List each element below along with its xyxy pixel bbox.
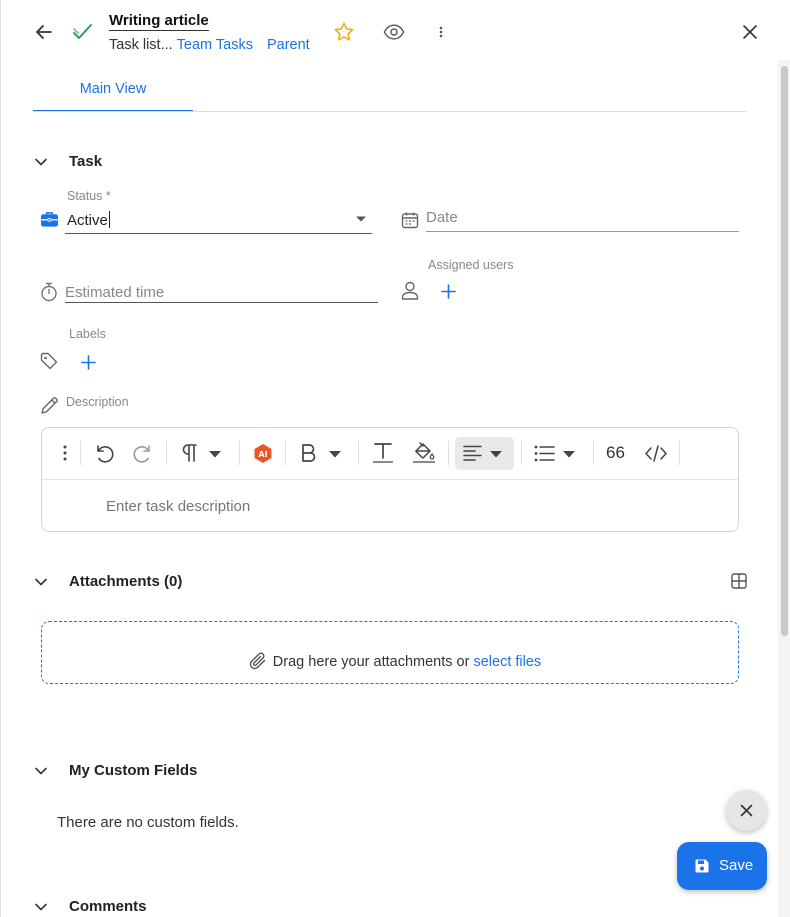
chevron-down-icon[interactable] <box>34 575 48 589</box>
stopwatch-icon <box>40 282 58 302</box>
blockquote-button[interactable]: 66 <box>606 443 625 463</box>
paragraph-icon[interactable] <box>180 443 200 463</box>
user-icon <box>401 281 419 300</box>
toolbar-separator <box>285 441 286 465</box>
section-title-custom-fields: My Custom Fields <box>69 762 198 779</box>
highlight-color-icon[interactable] <box>412 441 436 465</box>
bold-icon[interactable] <box>300 443 318 463</box>
toolbar-separator <box>593 441 594 465</box>
pencil-icon <box>40 396 59 415</box>
assigned-users-label: Assigned users <box>428 258 514 272</box>
section-title-task: Task <box>69 153 103 170</box>
add-label-button[interactable] <box>81 355 96 370</box>
chevron-down-icon[interactable] <box>34 764 48 778</box>
ai-assistant-icon[interactable]: AI <box>253 443 273 464</box>
section-title-comments: Comments <box>69 898 147 915</box>
select-files-link[interactable]: select files <box>473 654 541 670</box>
description-label: Description <box>66 395 129 409</box>
grid-view-icon[interactable] <box>731 573 747 589</box>
floppy-disk-icon <box>694 858 710 874</box>
description-input[interactable]: Enter task description <box>106 498 250 515</box>
bold-caret-icon[interactable] <box>328 450 342 458</box>
chevron-down-icon[interactable] <box>34 900 48 914</box>
paperclip-icon <box>249 652 267 670</box>
save-button[interactable]: Save <box>677 842 767 890</box>
tab-main-view[interactable]: Main View <box>33 72 193 112</box>
estimated-time-underline <box>65 302 378 303</box>
bullet-list-icon[interactable] <box>534 445 555 462</box>
align-caret-icon[interactable] <box>489 450 503 458</box>
status-select-value[interactable]: Active <box>67 211 110 229</box>
status-label: Status * <box>67 189 111 203</box>
toolbar-separator <box>166 441 167 465</box>
close-icon[interactable] <box>742 24 758 40</box>
date-underline <box>426 231 739 232</box>
date-input[interactable]: Date <box>426 209 458 226</box>
status-underline <box>65 233 372 234</box>
chevron-down-icon[interactable] <box>34 155 48 169</box>
toolbar-separator <box>448 441 449 465</box>
double-check-icon[interactable] <box>72 22 94 42</box>
toolbar-more-icon[interactable] <box>61 444 69 462</box>
save-label: Save <box>719 857 754 874</box>
star-icon[interactable] <box>333 21 355 43</box>
dropdown-caret-icon[interactable] <box>355 215 367 223</box>
toolbar-separator <box>358 441 359 465</box>
list-caret-icon[interactable] <box>562 450 576 458</box>
dropzone-text: Drag here your attachments or select fil… <box>0 652 790 670</box>
close-icon <box>740 804 753 817</box>
scrollbar-thumb[interactable] <box>781 66 788 636</box>
breadcrumb-link-parent[interactable]: Parent <box>267 37 310 53</box>
dismiss-button[interactable] <box>726 790 767 831</box>
section-title-attachments: Attachments (0) <box>69 573 183 590</box>
breadcrumb-link-team-tasks[interactable]: Team Tasks <box>177 37 253 53</box>
task-title[interactable]: Writing article <box>109 12 209 31</box>
toolbar-separator <box>80 441 81 465</box>
briefcase-icon <box>40 210 59 228</box>
tag-icon <box>40 352 58 370</box>
custom-fields-empty-text: There are no custom fields. <box>57 814 239 831</box>
toolbar-separator <box>521 441 522 465</box>
eye-icon[interactable] <box>383 22 405 42</box>
more-vertical-icon[interactable] <box>437 24 445 40</box>
estimated-time-input[interactable]: Estimated time <box>65 284 164 301</box>
toolbar-separator <box>679 441 680 465</box>
dropzone-label: Drag here your attachments or <box>272 654 470 670</box>
align-left-icon[interactable] <box>463 445 483 462</box>
svg-text:AI: AI <box>258 450 267 459</box>
panel-left-border <box>0 0 1 917</box>
back-arrow-icon[interactable] <box>34 22 54 42</box>
toolbar-separator <box>239 441 240 465</box>
redo-icon[interactable] <box>132 443 154 463</box>
labels-label: Labels <box>69 327 106 341</box>
calendar-icon[interactable] <box>401 211 419 229</box>
add-assigned-user-button[interactable] <box>441 284 456 299</box>
tab-divider <box>33 111 747 112</box>
undo-icon[interactable] <box>93 443 115 463</box>
breadcrumb: Task list... Team Tasks Parent <box>109 37 310 53</box>
breadcrumb-text: Task list... <box>109 37 173 53</box>
text-color-icon[interactable] <box>372 441 394 465</box>
paragraph-caret-icon[interactable] <box>208 450 222 458</box>
code-icon[interactable] <box>645 445 667 462</box>
editor-toolbar-divider <box>42 479 738 480</box>
